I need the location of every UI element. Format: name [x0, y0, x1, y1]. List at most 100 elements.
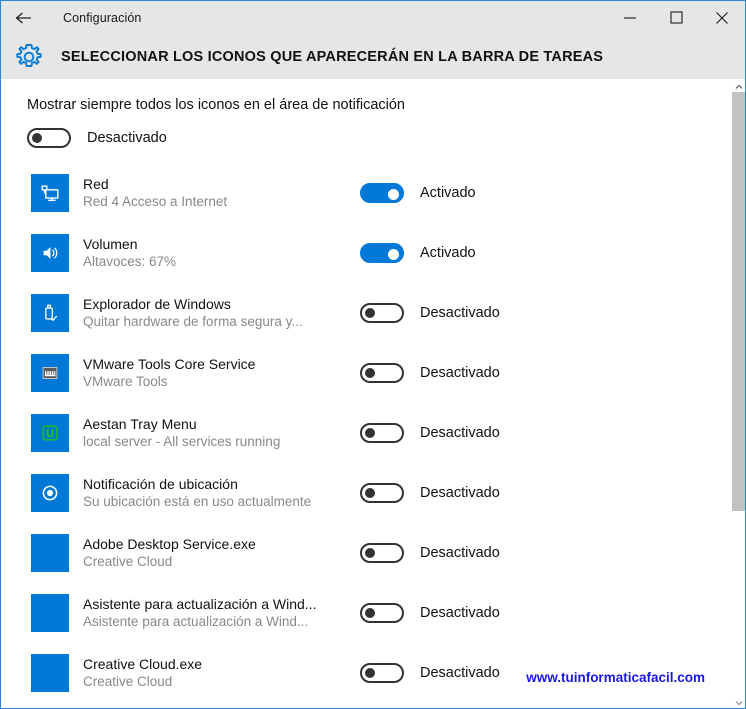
settings-window: Configuración SELECCIONAR LOS ICONOS QUE…: [0, 0, 746, 709]
list-item-toggle[interactable]: [360, 183, 404, 203]
list-item-texts: Adobe Desktop Service.exe Creative Cloud: [83, 535, 341, 571]
back-button[interactable]: [1, 2, 47, 34]
show-all-icons-row: Desactivado: [27, 125, 732, 151]
usb-safely-remove-icon: [31, 294, 69, 332]
close-icon: [715, 11, 729, 25]
list-item-name: Creative Cloud.exe: [83, 656, 203, 672]
close-button[interactable]: [699, 1, 745, 34]
location-target-icon: [31, 474, 69, 512]
list-item-toggle-area: Desactivado: [360, 423, 500, 443]
list-item-name: Aestan Tray Menu: [83, 416, 197, 432]
list-item-toggle-label: Desactivado: [420, 605, 500, 621]
list-item-subtitle: Su ubicación está en uso actualmente: [83, 494, 312, 509]
scrollbar-thumb[interactable]: [732, 92, 745, 512]
toggle-knob: [365, 428, 375, 438]
toggle-knob: [365, 668, 375, 678]
toggle-knob: [365, 368, 375, 378]
list-item-texts: VMware Tools Core Service VMware Tools: [83, 355, 341, 391]
list-item-name: VMware Tools Core Service: [83, 356, 256, 372]
list-item-subtitle: Creative Cloud: [83, 554, 173, 569]
list-item-toggle[interactable]: [360, 483, 404, 503]
list-item-toggle[interactable]: [360, 663, 404, 683]
show-all-icons-toggle-label: Desactivado: [87, 130, 167, 146]
list-item-subtitle: Creative Cloud: [83, 674, 173, 689]
list-item[interactable]: Notificación de ubicación Su ubicación e…: [27, 463, 732, 523]
list-item-name: Asistente para actualización a Wind...: [83, 596, 317, 612]
list-item[interactable]: Asistente para actualización a Wind... A…: [27, 583, 732, 643]
list-item-toggle[interactable]: [360, 303, 404, 323]
list-item[interactable]: Volumen Altavoces: 67% Activado: [27, 223, 732, 283]
list-item-name: Volumen: [83, 236, 138, 252]
list-item-texts: Volumen Altavoces: 67%: [83, 235, 341, 271]
minimize-button[interactable]: [607, 1, 653, 34]
toggle-knob: [365, 548, 375, 558]
blank-blue-icon: [31, 534, 69, 572]
scrollbar-up-button[interactable]: [732, 79, 745, 92]
list-item[interactable]: VMware Tools Core Service VMware Tools D…: [27, 343, 732, 403]
toggle-knob: [388, 248, 399, 260]
blank-blue-icon: [31, 594, 69, 632]
title-bar: Configuración: [1, 1, 745, 34]
list-item[interactable]: Adobe Desktop Service.exe Creative Cloud…: [27, 523, 732, 583]
minimize-icon: [623, 12, 637, 24]
list-item-subtitle: Quitar hardware de forma segura y...: [83, 314, 303, 329]
vertical-scrollbar[interactable]: [732, 79, 745, 708]
caption-buttons: [607, 1, 745, 34]
list-item-subtitle: Red 4 Acceso a Internet: [83, 194, 228, 209]
list-item-texts: Red Red 4 Acceso a Internet: [83, 175, 341, 211]
list-item-toggle-area: Desactivado: [360, 303, 500, 323]
list-item-toggle[interactable]: [360, 423, 404, 443]
list-item-toggle-area: Desactivado: [360, 663, 500, 683]
list-item-toggle[interactable]: [360, 543, 404, 563]
list-item-toggle[interactable]: [360, 363, 404, 383]
show-all-icons-toggle[interactable]: [27, 128, 71, 148]
page-title: SELECCIONAR LOS ICONOS QUE APARECERÁN EN…: [61, 48, 604, 65]
scrollbar-track[interactable]: [732, 92, 745, 695]
list-item-toggle-label: Desactivado: [420, 665, 500, 681]
list-item-toggle-label: Activado: [420, 185, 476, 201]
scrollbar-down-button[interactable]: [732, 695, 745, 708]
list-item-name: Red: [83, 176, 109, 192]
toggle-knob: [365, 608, 375, 618]
list-item-toggle-label: Desactivado: [420, 365, 500, 381]
toggle-knob: [388, 188, 399, 200]
list-item-subtitle: VMware Tools: [83, 374, 168, 389]
list-item-toggle[interactable]: [360, 603, 404, 623]
list-item-toggle-area: Activado: [360, 183, 476, 203]
list-item[interactable]: Explorador de Windows Quitar hardware de…: [27, 283, 732, 343]
aestan-tray-menu-icon: [31, 414, 69, 452]
list-item-toggle-label: Desactivado: [420, 485, 500, 501]
blank-blue-icon: [31, 654, 69, 692]
list-item-name: Explorador de Windows: [83, 296, 231, 312]
maximize-button[interactable]: [653, 1, 699, 34]
list-item-texts: Creative Cloud.exe Creative Cloud: [83, 655, 341, 691]
list-item-subtitle: Altavoces: 67%: [83, 254, 177, 269]
toggle-knob: [365, 308, 375, 318]
list-item-texts: Explorador de Windows Quitar hardware de…: [83, 295, 341, 331]
watermark: www.tuinformaticafacil.com: [526, 670, 705, 685]
content-pane: Mostrar siempre todos los iconos en el á…: [1, 79, 732, 708]
toggle-knob: [365, 488, 375, 498]
show-all-icons-label: Mostrar siempre todos los iconos en el á…: [27, 97, 405, 113]
vmware-tools-icon: [31, 354, 69, 392]
back-arrow-icon: [14, 10, 34, 26]
list-item-toggle-area: Activado: [360, 243, 476, 263]
list-item-texts: Asistente para actualización a Wind... A…: [83, 595, 341, 631]
tray-icon-list: Red Red 4 Acceso a Internet Activado Vol…: [27, 163, 732, 703]
list-item-toggle-area: Desactivado: [360, 483, 500, 503]
list-item-subtitle: Asistente para actualización a Wind...: [83, 614, 309, 629]
maximize-icon: [669, 11, 683, 24]
list-item-toggle-area: Desactivado: [360, 543, 500, 563]
list-item-texts: Aestan Tray Menu local server - All serv…: [83, 415, 341, 451]
list-item[interactable]: Aestan Tray Menu local server - All serv…: [27, 403, 732, 463]
list-item-toggle-label: Desactivado: [420, 545, 500, 561]
list-item-texts: Notificación de ubicación Su ubicación e…: [83, 475, 341, 511]
list-item[interactable]: Red Red 4 Acceso a Internet Activado: [27, 163, 732, 223]
toggle-knob: [32, 133, 42, 143]
list-item-subtitle: local server - All services running: [83, 434, 281, 449]
chevron-down-icon: [735, 693, 743, 709]
list-item-name: Adobe Desktop Service.exe: [83, 536, 256, 552]
list-item-toggle[interactable]: [360, 243, 404, 263]
settings-body: Mostrar siempre todos los iconos en el á…: [1, 79, 745, 708]
list-item-toggle-area: Desactivado: [360, 603, 500, 623]
